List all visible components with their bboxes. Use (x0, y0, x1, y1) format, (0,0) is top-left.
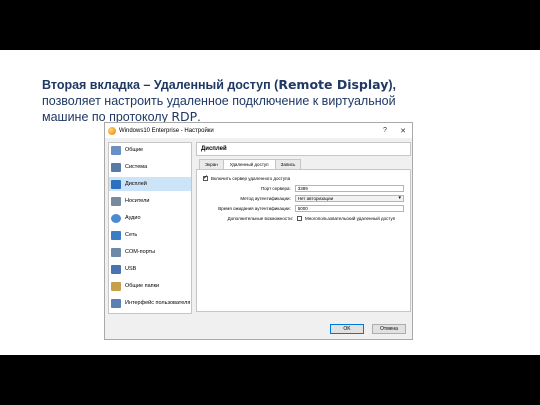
sidebar-item-com-ports[interactable]: COM-порты (109, 245, 191, 259)
slide-headline: Вторая вкладка – Удаленный доступ (Remot… (42, 77, 402, 125)
serial-icon (111, 247, 121, 257)
sidebar-item-label: Сеть (125, 232, 138, 238)
enable-server-label: Включить сервер удаленного доступа (211, 176, 291, 181)
sidebar-item-label: USB (125, 266, 137, 272)
cancel-button[interactable]: Отмена (372, 324, 406, 334)
system-icon (111, 162, 121, 172)
sidebar-item-general[interactable]: Общие (109, 143, 191, 157)
sidebar-item-system[interactable]: Система (109, 160, 191, 174)
slide: Вторая вкладка – Удаленный доступ (Remot… (0, 50, 540, 355)
network-icon (111, 230, 121, 240)
port-label: Порт сервера: (260, 185, 291, 191)
sidebar-item-user-interface[interactable]: Интерфейс пользователя (109, 296, 191, 310)
sidebar-item-label: Общие папки (125, 283, 160, 289)
sidebar-item-network[interactable]: Сеть (109, 228, 191, 242)
tab-screen[interactable]: Экран (199, 159, 224, 169)
dialog-buttons: OK Отмена (330, 324, 406, 334)
settings-sidebar: Общие Система Дисплей Носители Аудио Сет… (108, 142, 192, 314)
title-bar: Windows10 Enterprise - Настройки ? ✕ (105, 123, 412, 138)
sidebar-item-label: Носители (125, 198, 150, 204)
virtualbox-icon (108, 126, 116, 135)
close-button[interactable]: ✕ (394, 127, 412, 135)
general-icon (111, 145, 121, 155)
display-icon (111, 179, 121, 189)
sidebar-item-storage[interactable]: Носители (109, 194, 191, 208)
sidebar-item-label: Интерфейс пользователя (125, 300, 191, 306)
headline-bold: Вторая вкладка – Удаленный доступ ( (42, 78, 279, 92)
tab-remote-display[interactable]: Удаленный доступ (222, 159, 276, 169)
sidebar-item-label: Общие (125, 147, 144, 153)
tab-recording[interactable]: Запись (274, 159, 302, 169)
extra-label: Дополнительные возможности: (227, 215, 293, 221)
sidebar-item-label: COM-порты (125, 249, 156, 255)
settings-window: Windows10 Enterprise - Настройки ? ✕ Общ… (104, 122, 413, 340)
enable-server-checkbox[interactable] (203, 174, 208, 181)
multi-connection-checkbox[interactable] (297, 215, 302, 221)
port-input[interactable]: 3389 (294, 184, 404, 192)
auth-label: Метод аутентификации: (240, 195, 291, 201)
help-button[interactable]: ? (376, 127, 394, 134)
shared-folders-icon (111, 281, 121, 291)
sidebar-item-label: Система (125, 164, 148, 170)
ok-button[interactable]: OK (330, 324, 364, 334)
storage-icon (111, 196, 121, 206)
section-title: Дисплей (196, 142, 411, 156)
settings-content: Дисплей Экран Удаленный доступ Запись Вк… (196, 142, 411, 314)
sidebar-item-label: Аудио (125, 215, 141, 221)
sidebar-item-audio[interactable]: Аудио (109, 211, 191, 225)
ui-icon (111, 298, 121, 308)
auth-method-select[interactable]: Нет авторизации (294, 194, 404, 202)
sidebar-item-shared-folders[interactable]: Общие папки (109, 279, 191, 293)
timeout-row: Время ожидания аутентификации: 5000 (203, 203, 404, 213)
sidebar-item-usb[interactable]: USB (109, 262, 191, 276)
timeout-label: Время ожидания аутентификации: (218, 205, 291, 211)
headline-bold-end: ), (388, 78, 397, 92)
sidebar-item-display[interactable]: Дисплей (109, 177, 191, 191)
remote-display-panel: Включить сервер удаленного доступа Порт … (196, 169, 411, 312)
extra-row: Дополнительные возможности: Многопользов… (203, 213, 404, 223)
usb-icon (111, 264, 121, 274)
window-title: Windows10 Enterprise - Настройки (119, 127, 214, 134)
headline-remote-display: Remote Display (278, 77, 389, 92)
auth-row: Метод аутентификации: Нет авторизации (203, 193, 404, 203)
multi-connection-label: Многопользовательский удаленный доступ (305, 215, 396, 221)
headline-rest: позволяет настроить удаленное подключени… (42, 94, 396, 124)
timeout-input[interactable]: 5000 (294, 204, 404, 212)
enable-server-row[interactable]: Включить сервер удаленного доступа (203, 174, 404, 183)
sidebar-item-label: Дисплей (125, 181, 147, 187)
port-row: Порт сервера: 3389 (203, 183, 404, 193)
audio-icon (111, 213, 121, 223)
tab-bar: Экран Удаленный доступ Запись (196, 159, 411, 169)
